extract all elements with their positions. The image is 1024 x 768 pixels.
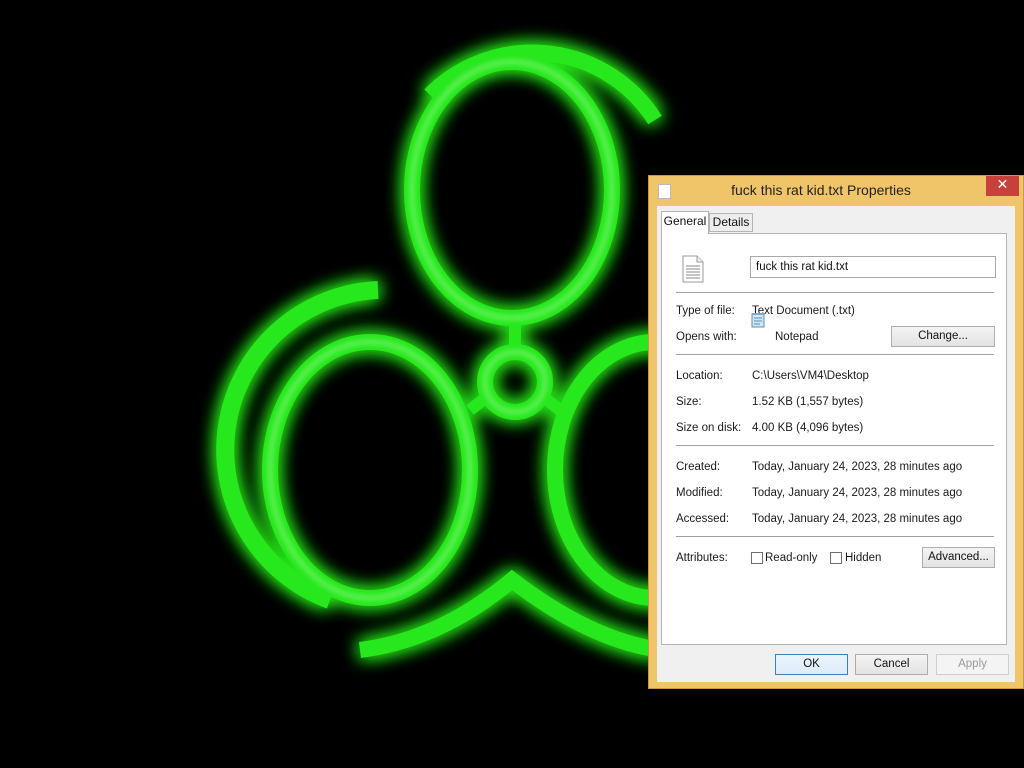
tab-general[interactable]: General	[661, 211, 709, 234]
modified-label: Modified:	[676, 487, 723, 499]
dialog-title: fuck this rat kid.txt Properties	[731, 182, 911, 198]
separator	[676, 536, 994, 537]
ok-button[interactable]: OK	[775, 654, 848, 675]
properties-dialog: fuck this rat kid.txt Properties ✕ Gener…	[648, 175, 1024, 689]
hidden-label[interactable]: Hidden	[845, 552, 881, 564]
close-button[interactable]: ✕	[986, 176, 1019, 196]
created-value: Today, January 24, 2023, 28 minutes ago	[752, 461, 963, 473]
change-button[interactable]: Change...	[891, 326, 995, 347]
read-only-checkbox[interactable]	[751, 552, 763, 564]
location-value: C:\Users\VM4\Desktop	[752, 370, 869, 382]
size-on-disk-label: Size on disk:	[676, 422, 742, 434]
opens-with-value: Notepad	[775, 331, 819, 343]
text-document-icon	[682, 255, 704, 283]
cancel-button[interactable]: Cancel	[855, 654, 928, 675]
separator	[676, 292, 994, 293]
tab-details[interactable]: Details	[709, 213, 753, 232]
size-label: Size:	[676, 396, 702, 408]
accessed-label: Accessed:	[676, 513, 730, 525]
location-label: Location:	[676, 370, 723, 382]
apply-button[interactable]: Apply	[936, 654, 1009, 675]
advanced-button[interactable]: Advanced...	[922, 547, 995, 568]
separator	[676, 354, 994, 355]
separator	[676, 445, 994, 446]
accessed-value: Today, January 24, 2023, 28 minutes ago	[752, 513, 963, 525]
opens-with-label: Opens with:	[676, 331, 737, 343]
hidden-checkbox[interactable]	[830, 552, 842, 564]
type-of-file-value: Text Document (.txt)	[752, 305, 855, 317]
attributes-label: Attributes:	[676, 552, 728, 564]
dialog-client-area: General Details fuck this rat kid.txt Ty…	[657, 206, 1015, 682]
type-of-file-label: Type of file:	[676, 305, 735, 317]
modified-value: Today, January 24, 2023, 28 minutes ago	[752, 487, 963, 499]
notepad-icon	[751, 313, 765, 328]
read-only-label[interactable]: Read-only	[765, 552, 817, 564]
file-name-field[interactable]: fuck this rat kid.txt	[750, 256, 996, 278]
size-on-disk-value: 4.00 KB (4,096 bytes)	[752, 422, 864, 434]
created-label: Created:	[676, 461, 721, 473]
general-panel: fuck this rat kid.txt Type of file: Text…	[661, 233, 1007, 645]
title-bar[interactable]: fuck this rat kid.txt Properties ✕	[649, 176, 1023, 206]
size-value: 1.52 KB (1,557 bytes)	[752, 396, 864, 408]
